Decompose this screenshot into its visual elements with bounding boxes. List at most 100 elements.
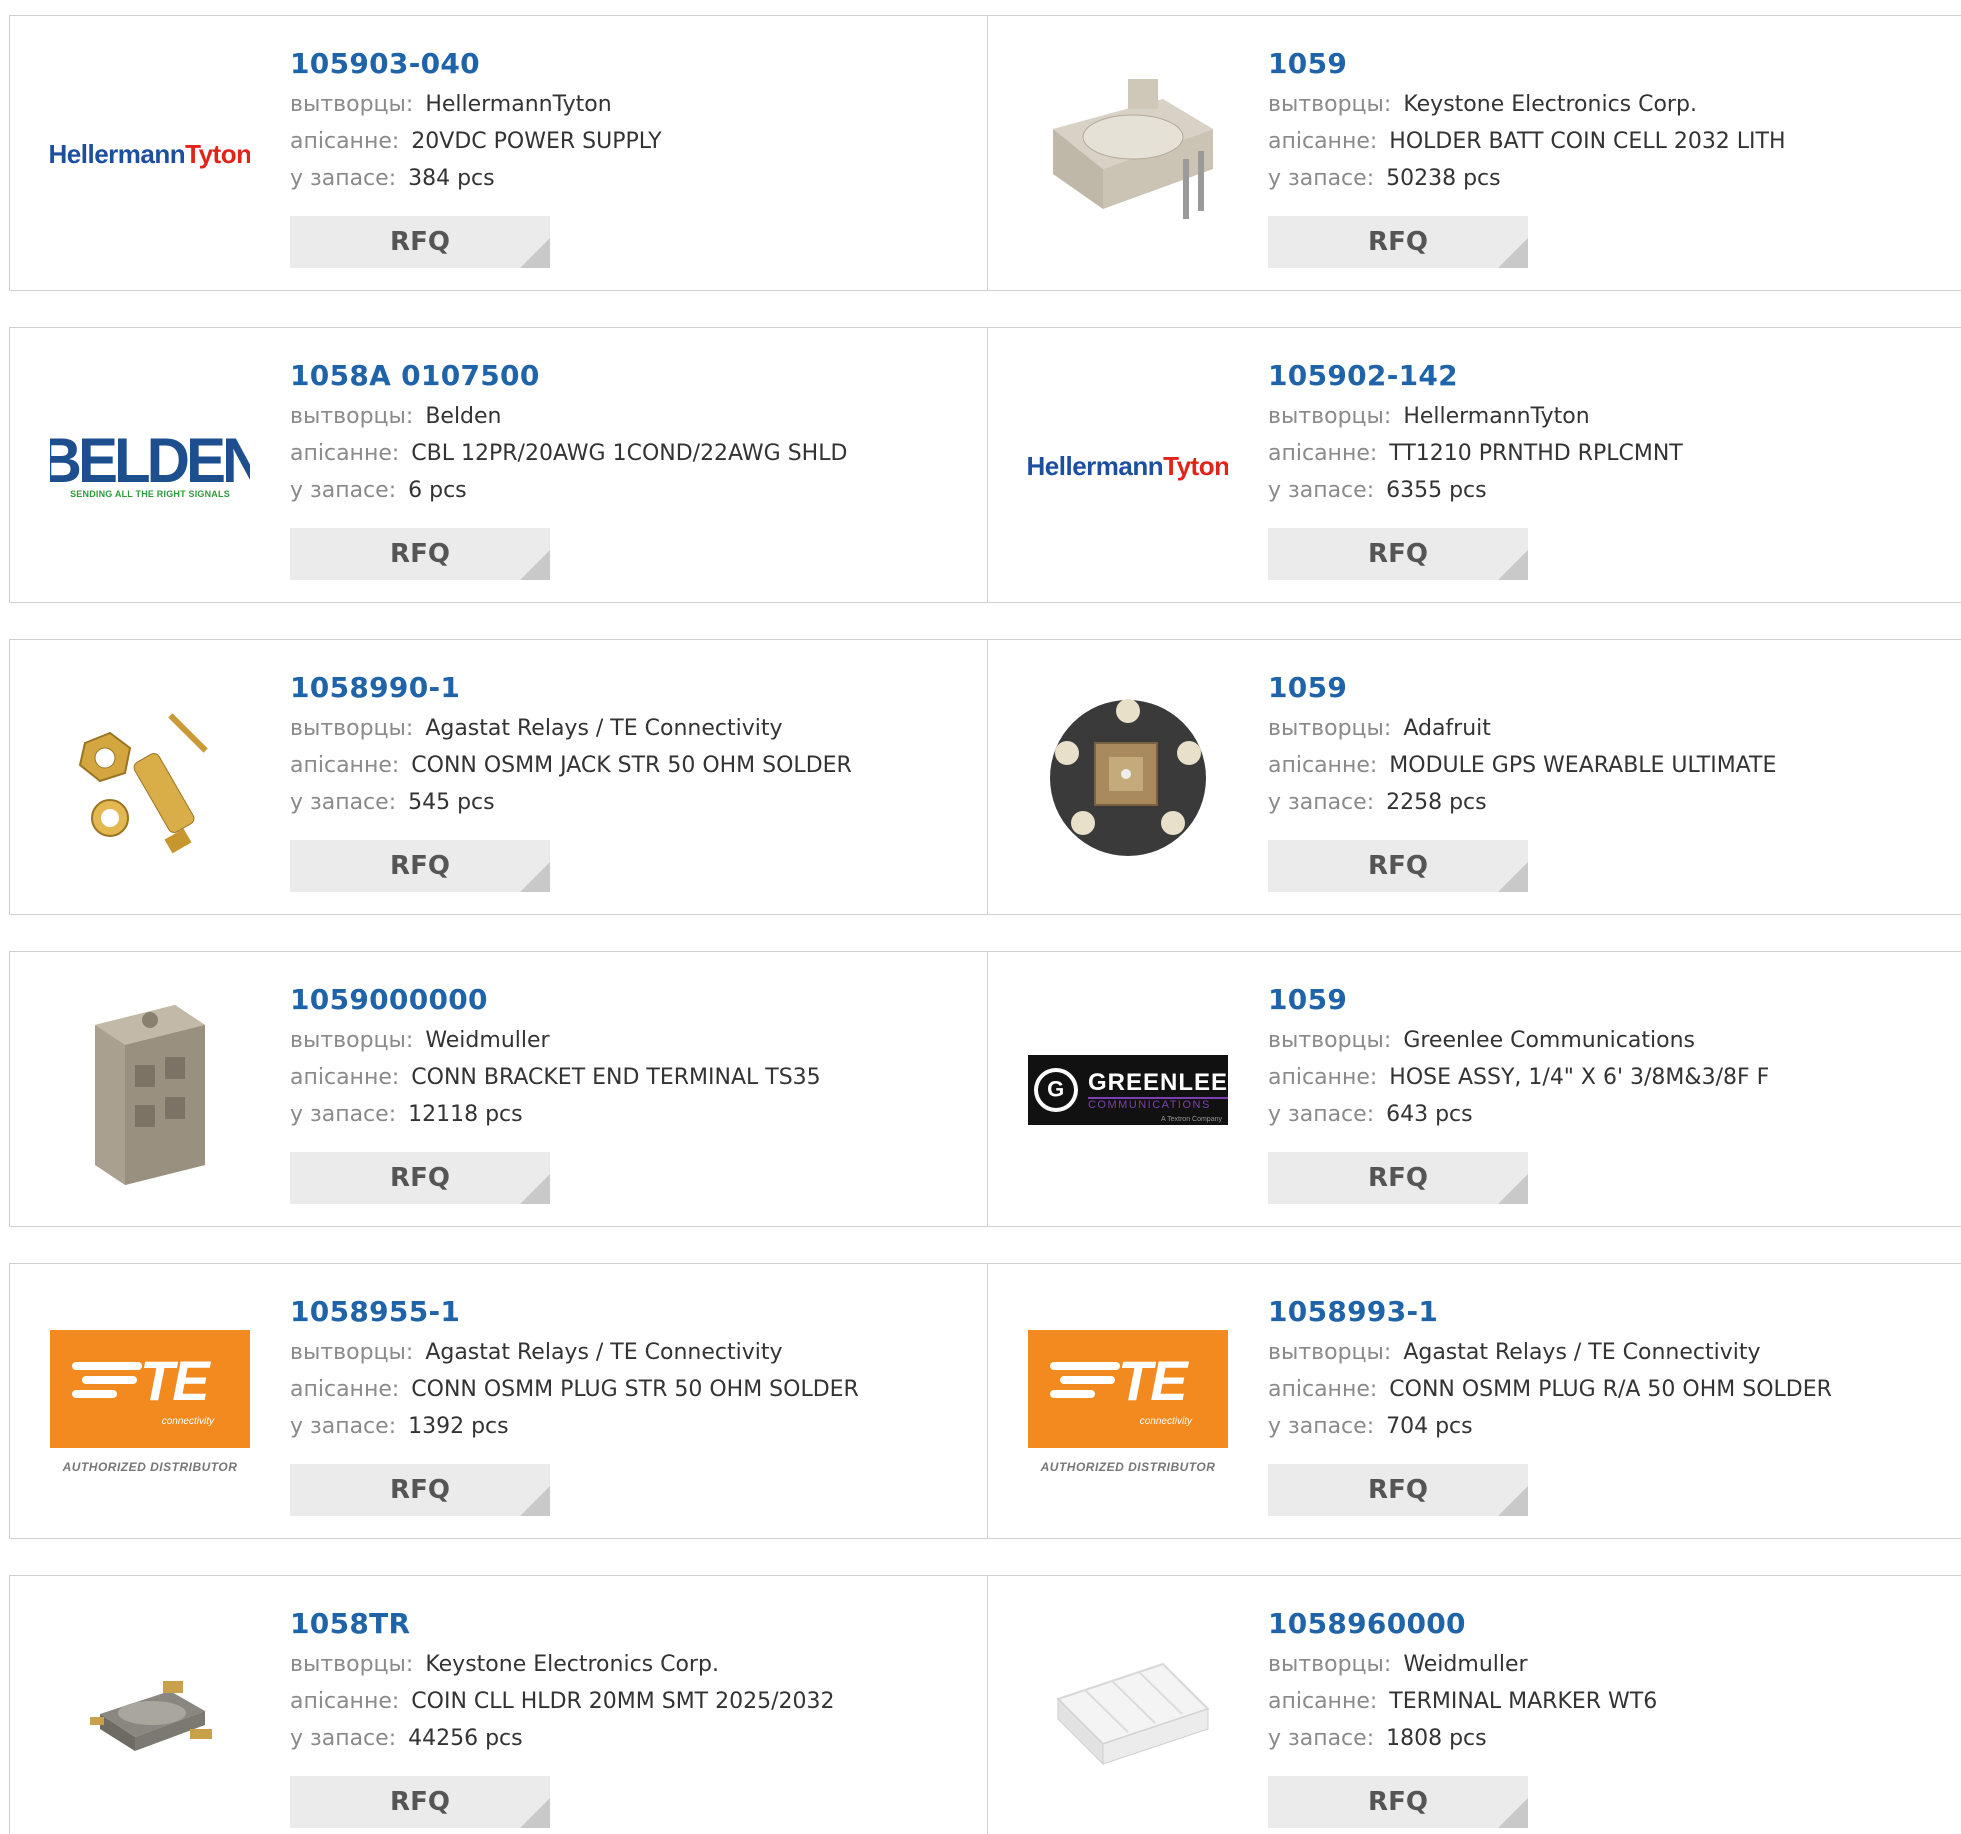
product-image[interactable]: HellermannTyton (1028, 366, 1228, 566)
rfq-button[interactable]: RFQ (1268, 1464, 1528, 1516)
product-image[interactable] (1028, 1614, 1228, 1814)
part-number-link[interactable]: 1058993-1 (1268, 1294, 1832, 1334)
rfq-button[interactable]: RFQ (290, 216, 550, 268)
product-card: BELDEN SENDING ALL THE RIGHT SIGNALS 105… (10, 328, 988, 602)
rfq-button[interactable]: RFQ (1268, 1776, 1528, 1828)
stock-value: 704 pcs (1386, 1414, 1473, 1439)
part-number-link[interactable]: 1058990-1 (290, 670, 852, 710)
part-number-link[interactable]: 1058TR (290, 1606, 835, 1646)
stock-value: 2258 pcs (1386, 790, 1487, 815)
description-value: CONN BRACKET END TERMINAL TS35 (411, 1065, 821, 1090)
rfq-button[interactable]: RFQ (1268, 528, 1528, 580)
rfq-button[interactable]: RFQ (290, 840, 550, 892)
product-image[interactable] (1028, 54, 1228, 254)
manufacturer-value: Agastat Relays / TE Connectivity (425, 1340, 783, 1365)
manufacturer-value: Weidmuller (425, 1028, 550, 1053)
description-value: MODULE GPS WEARABLE ULTIMATE (1389, 753, 1777, 778)
product-grid: HellermannTyton 105903-040 вытворцы: Hell… (0, 0, 1961, 1834)
manufacturer-value: HellermannTyton (1403, 404, 1590, 429)
rfq-button[interactable]: RFQ (290, 1464, 550, 1516)
product-card: HellermannTyton 105903-040 вытворцы: Hell… (10, 16, 988, 290)
stock-label: у запасе: (290, 1414, 397, 1439)
product-image[interactable]: G GREENLEE COMMUNICATIONS A Textron Comp… (1028, 990, 1228, 1190)
manufacturer-label: вытворцы: (290, 716, 414, 741)
coin-cell-holder-icon (1053, 79, 1213, 219)
product-card: 1059 вытворцы: Keystone Electronics Corp.… (988, 16, 1961, 290)
stock-label: у запасе: (1268, 1102, 1375, 1127)
stock-label: у запасе: (1268, 478, 1375, 503)
manufacturer-label: вытворцы: (1268, 92, 1392, 117)
part-number-link[interactable]: 1059 (1268, 670, 1776, 710)
product-image[interactable]: HellermannTyton (50, 54, 250, 254)
part-number-link[interactable]: 105903-040 (290, 46, 662, 86)
stock-label: у запасе: (1268, 790, 1375, 815)
corner-fold-icon (520, 1174, 550, 1204)
stock-value: 6355 pcs (1386, 478, 1487, 503)
stock-label: у запасе: (1268, 1726, 1375, 1751)
stock-label: у запасе: (290, 1102, 397, 1127)
corner-fold-icon (520, 1798, 550, 1828)
description-value: TERMINAL MARKER WT6 (1389, 1689, 1658, 1714)
corner-fold-icon (520, 1486, 550, 1516)
stock-value: 1392 pcs (408, 1414, 509, 1439)
description-label: апісанне: (290, 129, 400, 154)
product-image[interactable]: TE connectivity AUTHORIZED DISTRIBUTOR (50, 1302, 250, 1502)
rfq-button[interactable]: RFQ (290, 1152, 550, 1204)
description-value: CONN OSMM PLUG STR 50 OHM SOLDER (411, 1377, 859, 1402)
rfq-button[interactable]: RFQ (1268, 1152, 1528, 1204)
description-label: апісанне: (290, 1377, 400, 1402)
stock-value: 1808 pcs (1386, 1726, 1487, 1751)
part-number-link[interactable]: 1058960000 (1268, 1606, 1657, 1646)
terminal-bracket-icon (95, 1005, 205, 1185)
part-number-link[interactable]: 1059 (1268, 46, 1786, 86)
manufacturer-value: Greenlee Communications (1403, 1028, 1695, 1053)
stock-label: у запасе: (290, 790, 397, 815)
manufacturer-value: Weidmuller (1403, 1652, 1528, 1677)
stock-label: у запасе: (290, 478, 397, 503)
product-row: BELDEN SENDING ALL THE RIGHT SIGNALS 105… (9, 327, 1961, 603)
description-value: CONN OSMM JACK STR 50 OHM SOLDER (411, 753, 852, 778)
stock-label: у запасе: (290, 1726, 397, 1751)
stock-value: 643 pcs (1386, 1102, 1473, 1127)
description-label: апісанне: (1268, 441, 1378, 466)
product-card: TE connectivity AUTHORIZED DISTRIBUTOR 1… (988, 1264, 1961, 1538)
rfq-button[interactable]: RFQ (1268, 840, 1528, 892)
part-number-link[interactable]: 105902-142 (1268, 358, 1683, 398)
product-card: 1058TR вытворцы: Keystone Electronics Cor… (10, 1576, 988, 1834)
corner-fold-icon (1498, 238, 1528, 268)
smt-coin-holder-icon (90, 1681, 212, 1751)
part-number-link[interactable]: 1059000000 (290, 982, 821, 1022)
description-label: апісанне: (290, 753, 400, 778)
product-image[interactable]: BELDEN SENDING ALL THE RIGHT SIGNALS (50, 366, 250, 566)
product-image[interactable] (50, 990, 250, 1190)
product-image[interactable] (50, 1614, 250, 1814)
terminal-marker-icon (1056, 1662, 1210, 1766)
product-image[interactable] (1028, 678, 1228, 878)
manufacturer-label: вытворцы: (290, 92, 414, 117)
rfq-button[interactable]: RFQ (1268, 216, 1528, 268)
rfq-button[interactable]: RFQ (290, 528, 550, 580)
stock-value: 50238 pcs (1386, 166, 1501, 191)
product-image[interactable] (50, 678, 250, 878)
product-image[interactable]: TE connectivity AUTHORIZED DISTRIBUTOR (1028, 1302, 1228, 1502)
part-number-link[interactable]: 1058A 0107500 (290, 358, 847, 398)
greenlee-logo: G GREENLEE COMMUNICATIONS A Textron Comp… (1028, 1055, 1228, 1125)
stock-value: 384 pcs (408, 166, 495, 191)
stock-value: 12118 pcs (408, 1102, 523, 1127)
product-card: 1058990-1 вытворцы: Agastat Relays / TE C… (10, 640, 988, 914)
gps-module-icon (1050, 699, 1206, 856)
product-row: HellermannTyton 105903-040 вытворцы: Hell… (9, 15, 1961, 291)
hellermanntyton-logo: HellermannTyton (1028, 450, 1228, 481)
product-row: TE connectivity AUTHORIZED DISTRIBUTOR 1… (9, 1263, 1961, 1539)
corner-fold-icon (1498, 1174, 1528, 1204)
hellermanntyton-logo: HellermannTyton (50, 138, 250, 169)
manufacturer-label: вытворцы: (1268, 1340, 1392, 1365)
manufacturer-label: вытворцы: (290, 404, 414, 429)
part-number-link[interactable]: 1059 (1268, 982, 1769, 1022)
te-connectivity-logo: TE connectivity AUTHORIZED DISTRIBUTOR (50, 1330, 250, 1474)
corner-fold-icon (1498, 1798, 1528, 1828)
stock-label: у запасе: (1268, 166, 1375, 191)
rfq-button[interactable]: RFQ (290, 1776, 550, 1828)
te-connectivity-logo: TE connectivity AUTHORIZED DISTRIBUTOR (1028, 1330, 1228, 1474)
part-number-link[interactable]: 1058955-1 (290, 1294, 859, 1334)
